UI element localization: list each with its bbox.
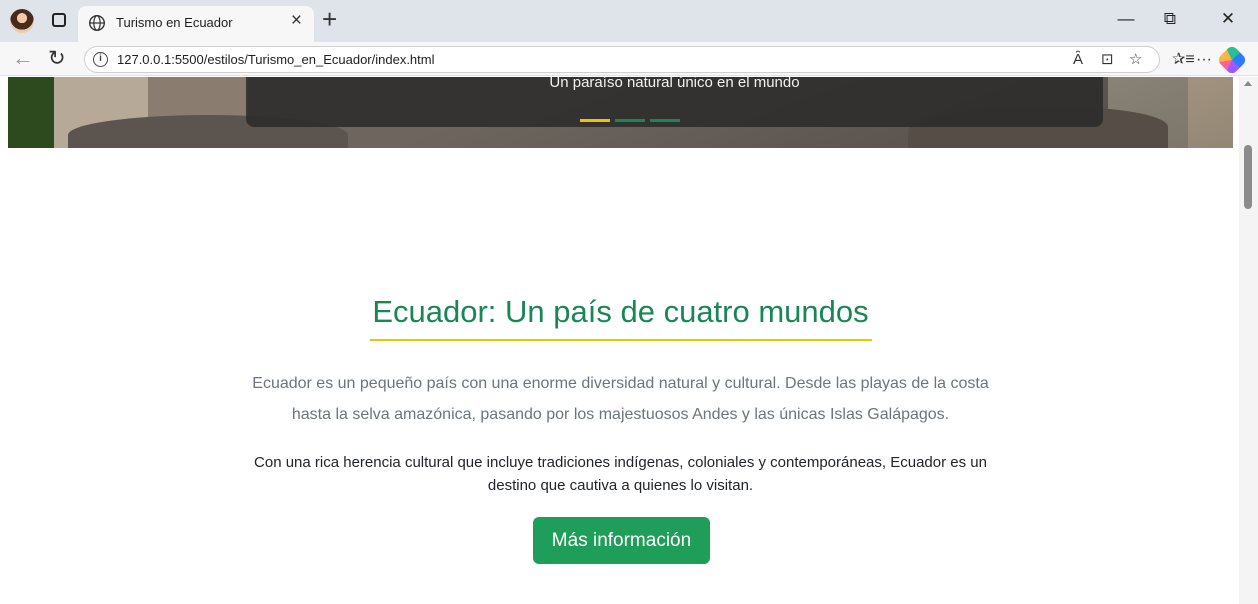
- read-aloud-icon[interactable]: Ȃ: [1073, 50, 1083, 70]
- body-text: Con una rica herencia cultural que inclu…: [254, 454, 987, 494]
- back-button[interactable]: ←: [12, 46, 34, 70]
- carousel-indicator[interactable]: [650, 119, 680, 122]
- section-title: Ecuador: Un país de cuatro mundos: [372, 294, 869, 329]
- url-field[interactable]: i 127.0.0.1:5500/estilos/Turismo_en_Ecua…: [84, 46, 1160, 73]
- favorites-icon[interactable]: ✰≡: [1172, 51, 1195, 69]
- carousel-indicator[interactable]: [615, 119, 645, 122]
- globe-icon: [88, 14, 106, 32]
- tab-close-icon[interactable]: ×: [291, 11, 302, 31]
- url-text[interactable]: 127.0.0.1:5500/estilos/Turismo_en_Ecuado…: [117, 52, 434, 67]
- copilot-icon[interactable]: [1216, 44, 1248, 76]
- scrollbar-thumb[interactable]: [1244, 145, 1252, 209]
- minimize-button[interactable]: —: [1106, 8, 1146, 30]
- new-tab-button[interactable]: +: [322, 4, 337, 34]
- tab-actions-icon[interactable]: [52, 13, 66, 27]
- tab-title: Turismo en Ecuador: [116, 15, 233, 30]
- close-window-button[interactable]: ✕: [1208, 8, 1248, 30]
- scroll-up-icon[interactable]: [1244, 81, 1252, 86]
- info-icon[interactable]: i: [93, 52, 108, 67]
- browser-titlebar: Turismo en Ecuador × + — ⧉ ✕: [0, 0, 1258, 42]
- address-toolbar: ← ↻ i 127.0.0.1:5500/estilos/Turismo_en_…: [0, 42, 1258, 76]
- hero-carousel: Un paraíso natural único en el mundo: [8, 77, 1233, 157]
- more-info-button[interactable]: Más información: [533, 517, 710, 564]
- profile-avatar[interactable]: [10, 9, 34, 33]
- intro-section: Ecuador: Un país de cuatro mundos Ecuado…: [8, 148, 1233, 604]
- browser-tab[interactable]: Turismo en Ecuador ×: [78, 6, 314, 42]
- page-viewport: Un paraíso natural único en el mundo Ecu…: [0, 77, 1258, 604]
- more-icon[interactable]: ···: [1196, 51, 1212, 69]
- lead-text: Ecuador es un pequeño país con una enorm…: [252, 375, 989, 423]
- reload-button[interactable]: ↻: [48, 47, 66, 71]
- caption-text: Un paraíso natural único en el mundo: [549, 77, 800, 91]
- carousel-indicator[interactable]: [580, 119, 610, 122]
- favorite-star-icon[interactable]: ☆: [1129, 50, 1142, 70]
- page-scrollbar[interactable]: [1239, 77, 1258, 604]
- restore-button[interactable]: ⧉: [1150, 8, 1190, 30]
- immersive-reader-icon[interactable]: ⊡: [1101, 50, 1114, 70]
- title-underline: [370, 339, 872, 341]
- carousel-caption: Un paraíso natural único en el mundo: [246, 77, 1103, 127]
